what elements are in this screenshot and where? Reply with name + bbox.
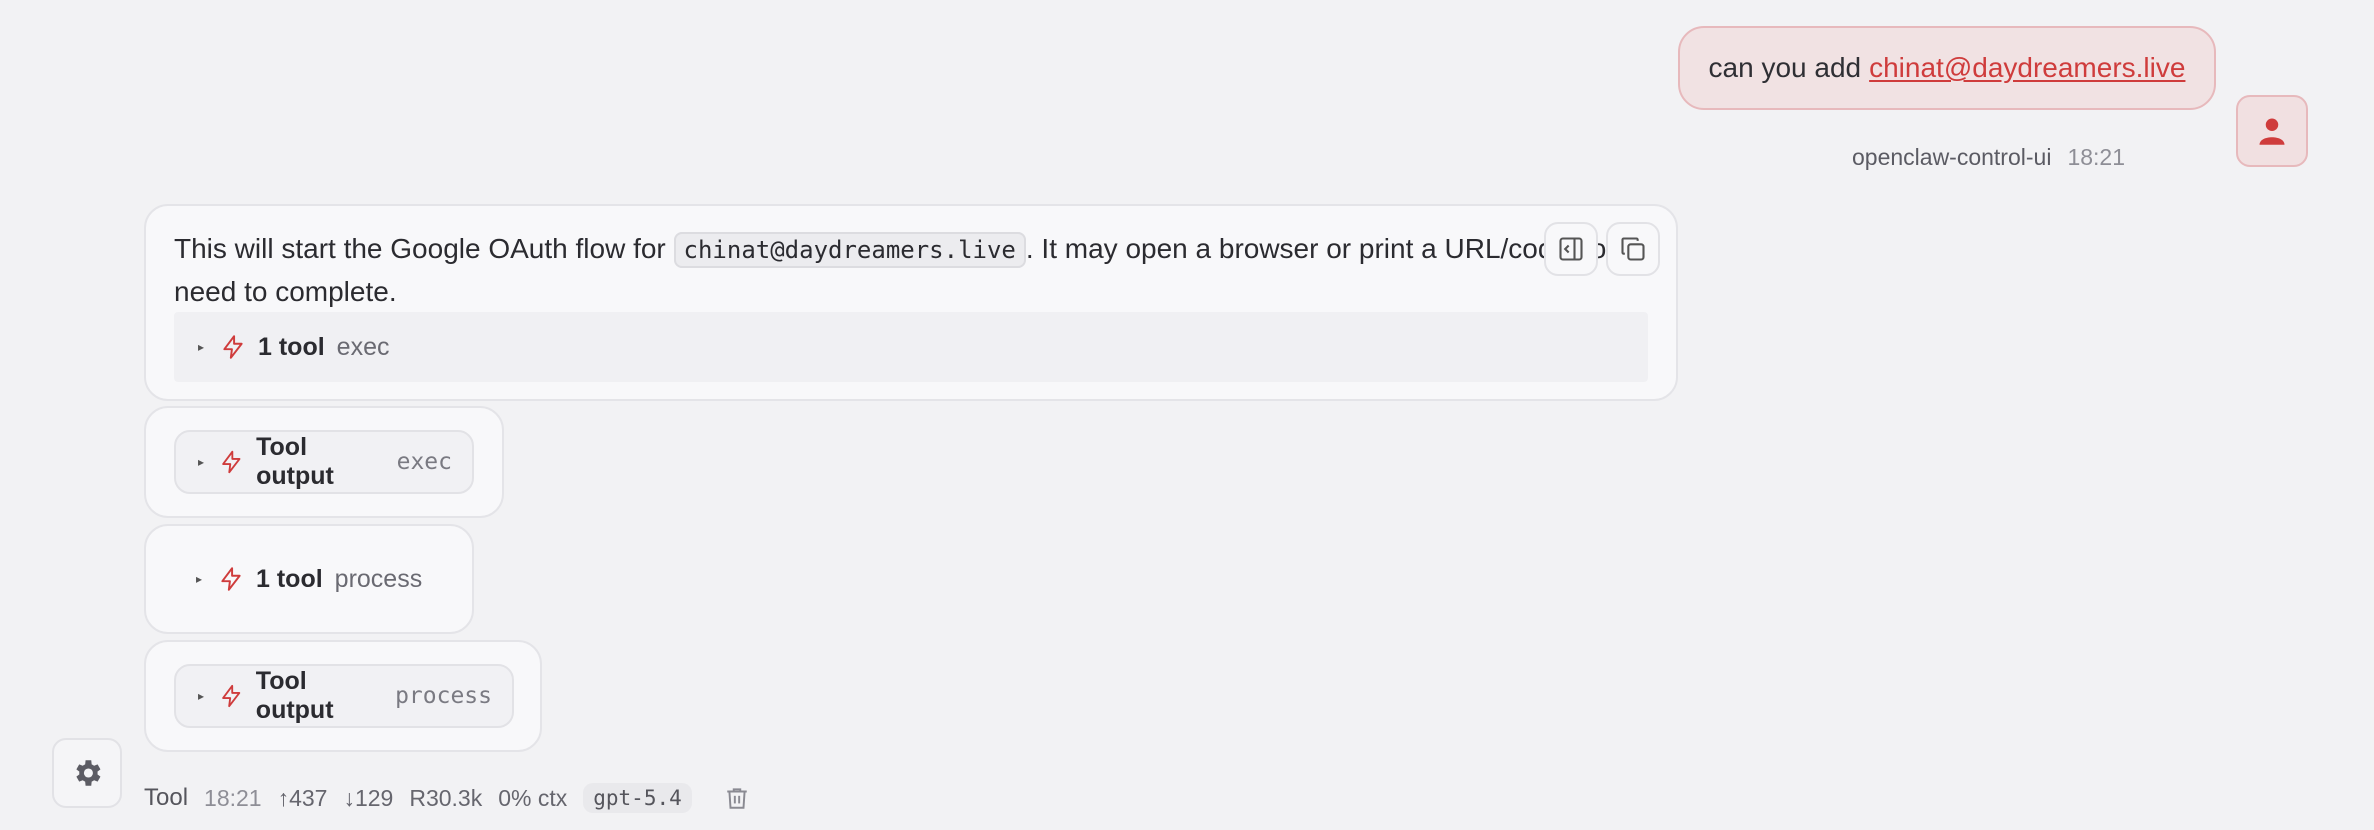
caret-right-icon: ▸ [198,455,205,469]
message-time: 18:21 [204,784,262,811]
avatar [2236,95,2308,167]
tokens-in: ↑437 [277,784,328,811]
tool-output-toggle[interactable]: ▸ Tool output exec [174,430,474,494]
tool-output-label: Tool output [255,667,334,724]
trash-icon [727,788,747,809]
model-badge: gpt-5.4 [583,783,692,813]
expand-panel-button[interactable] [1544,222,1598,276]
tool-group-toggle[interactable]: ▸ 1 tool exec [174,312,1648,382]
tool-name: exec [396,449,452,475]
context-usage: 0% ctx [498,784,568,811]
delete-button[interactable] [724,785,750,811]
tool-name: exec [336,332,390,361]
sender-name: openclaw-control-ui [1852,143,2052,170]
settings-button[interactable] [52,738,122,808]
user-message-bubble: can you add chinat@daydreamers.live [1678,26,2216,110]
tool-name: process [395,683,492,709]
gear-icon [76,760,101,786]
user-icon [2259,118,2285,145]
tool-output-card: ▸ Tool output process [144,640,542,752]
caret-right-icon: ▸ [198,340,205,354]
message-time: 18:21 [2067,143,2125,170]
tool-count-label: 1 tool [258,332,325,361]
tool-output-label: Tool output [256,433,334,490]
tool-output-toggle[interactable]: ▸ Tool output process [174,664,514,728]
caret-right-icon: ▸ [196,572,203,586]
panel-expand-icon [1559,237,1583,261]
message-footer: Tool 18:21 ↑437 ↓129 R30.3k 0% ctx gpt-5… [144,780,750,816]
caret-right-icon: ▸ [198,689,205,703]
reads-count: R30.3k [409,784,483,811]
assistant-message-card: This will start the Google OAuth flow fo… [144,204,1678,401]
email-link[interactable]: chinat@daydreamers.live [1869,52,2185,84]
lightning-icon [222,450,241,474]
inline-code: chinat@daydreamers.live [673,232,1026,268]
user-message-text: can you add [1708,52,1862,83]
lightning-icon [222,684,241,708]
sender-role: Tool [144,784,189,811]
copy-icon [1621,237,1645,261]
lightning-icon [221,567,241,591]
user-message-meta: openclaw-control-ui 18:21 [1852,142,2125,172]
assistant-message-text: This will start the Google OAuth flow fo… [174,232,1641,307]
tool-count-label: 1 tool [256,564,323,593]
tool-group-toggle[interactable]: ▸ 1 tool process [146,526,472,632]
copy-button[interactable] [1606,222,1660,276]
tokens-out: ↓129 [343,784,394,811]
tool-output-card: ▸ Tool output exec [144,406,504,518]
tool-name: process [334,564,423,593]
tool-group-card: ▸ 1 tool process [144,524,474,634]
lightning-icon [223,335,243,359]
